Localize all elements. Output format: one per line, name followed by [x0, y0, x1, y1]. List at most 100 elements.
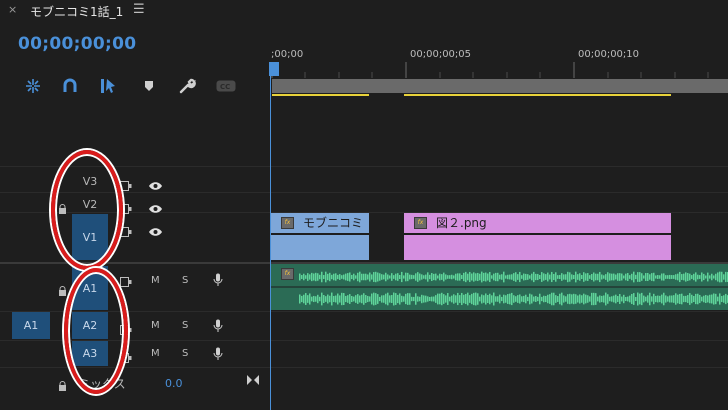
solo-button[interactable]: S [182, 275, 188, 286]
eye-icon[interactable] [148, 176, 163, 195]
work-area-bar[interactable] [272, 79, 728, 93]
playhead-handle[interactable] [269, 62, 279, 76]
waveform-bar [403, 275, 405, 279]
waveform-bar [707, 272, 709, 282]
waveform-bar [679, 293, 681, 305]
mute-button[interactable]: M [151, 320, 160, 331]
waveform-bar [411, 296, 413, 302]
eye-icon[interactable] [148, 199, 163, 218]
waveform-bar [377, 272, 379, 282]
annotation-ellipse-audio-tracks [64, 268, 128, 394]
waveform-bar [413, 296, 415, 302]
waveform-bar [299, 273, 301, 281]
clip-name: モブニコミ [303, 216, 364, 230]
mute-button[interactable]: M [151, 275, 160, 286]
waveform-bar [423, 275, 425, 279]
wrench-icon[interactable] [177, 76, 197, 96]
waveform-bar [391, 273, 393, 281]
waveform-bar [697, 293, 699, 305]
waveform-bar [529, 275, 531, 279]
waveform-bar [651, 273, 653, 281]
linked-selection-icon[interactable] [60, 76, 80, 96]
lock-icon[interactable] [58, 376, 67, 391]
waveform-bar [339, 274, 341, 280]
marker-icon[interactable] [139, 76, 159, 96]
solo-button[interactable]: S [182, 348, 188, 359]
waveform-bar [421, 294, 423, 304]
waveform-bar [593, 272, 595, 282]
panel-menu-icon[interactable]: ☰ [133, 2, 145, 17]
playhead-timecode[interactable]: 00;00;00;00 [18, 34, 136, 54]
mix-expand-icon[interactable] [246, 371, 260, 390]
mute-button[interactable]: M [151, 348, 160, 359]
microphone-icon[interactable] [213, 346, 223, 365]
waveform-bar [647, 295, 649, 303]
waveform-bar [447, 275, 449, 279]
video-clip[interactable]: fx モブニコミ [271, 213, 369, 260]
waveform-bar [301, 295, 303, 303]
waveform-bar [345, 273, 347, 281]
waveform-bar [371, 274, 373, 280]
waveform-bar [535, 295, 537, 303]
captions-icon[interactable]: CC [216, 76, 236, 96]
waveform-bar [447, 293, 449, 305]
waveform-bar [607, 272, 609, 282]
waveform-bar [433, 296, 435, 302]
svg-text:CC: CC [220, 83, 230, 91]
close-icon[interactable]: × [8, 3, 17, 16]
waveform-bar [519, 294, 521, 304]
waveform-bar [427, 272, 429, 282]
waveform-bar [659, 275, 661, 279]
sync-lock-icon[interactable] [120, 272, 132, 291]
waveform-bar [449, 296, 451, 302]
waveform-bar [459, 273, 461, 281]
waveform-bar [455, 295, 457, 303]
waveform-bar [637, 292, 639, 306]
waveform-bar [383, 295, 385, 303]
waveform-bar [375, 271, 377, 283]
waveform-bar [533, 271, 535, 283]
waveform-bar [677, 294, 679, 304]
waveform-bar [663, 292, 665, 306]
waveform-bar [531, 273, 533, 281]
microphone-icon[interactable] [213, 272, 223, 291]
waveform-bar [523, 295, 525, 303]
waveform-bar [639, 272, 641, 282]
waveform-bar [439, 293, 441, 305]
waveform-bar [371, 293, 373, 305]
mix-volume-value[interactable]: 0.0 [165, 377, 183, 390]
waveform-bar [527, 274, 529, 280]
waveform-bar [625, 296, 627, 302]
waveform-bar [613, 273, 615, 281]
selection-tool-icon[interactable] [99, 76, 119, 96]
waveform-bar [317, 294, 319, 304]
waveform-bar [495, 296, 497, 302]
waveform-bar [695, 272, 697, 282]
waveform-bar [591, 292, 593, 306]
audio-clip[interactable]: fx [271, 264, 728, 310]
playhead-line[interactable] [270, 62, 271, 410]
sequence-tab-title[interactable]: モブニコミ1話_1 [30, 3, 123, 20]
microphone-icon[interactable] [213, 318, 223, 337]
waveform-bar [477, 272, 479, 282]
waveform-bar [363, 293, 365, 305]
source-patch-a1[interactable]: A1 [12, 312, 50, 339]
waveform-bar [629, 275, 631, 279]
waveform-bar [671, 295, 673, 303]
eye-icon[interactable] [148, 222, 163, 241]
sync-lock-icon[interactable] [120, 176, 132, 195]
waveform-bar [501, 296, 503, 302]
waveform-bar [711, 273, 713, 281]
waveform-bar [501, 274, 503, 280]
lock-icon[interactable] [58, 281, 67, 296]
ruler-tick-label: 00;00;00;05 [410, 49, 472, 60]
waveform-bar [545, 295, 547, 303]
waveform-bar [693, 295, 695, 303]
waveform-bar [587, 295, 589, 303]
waveform-bar [475, 292, 477, 306]
image-clip[interactable]: fx 図２.png [404, 213, 671, 260]
solo-button[interactable]: S [182, 320, 188, 331]
snap-icon[interactable] [23, 76, 43, 96]
waveform-bar [539, 293, 541, 305]
waveform-bar [595, 273, 597, 281]
